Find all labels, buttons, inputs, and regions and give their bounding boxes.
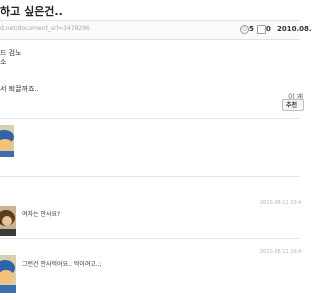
divider <box>0 118 300 119</box>
post-date: 2010.08. <box>277 25 312 33</box>
comment-text: 그런건 안사먹어요.. 먹이려고..; <box>22 261 102 268</box>
post-meta-bar: d.net/document_srl=3478296 ○ 5 0 2010.08… <box>0 20 312 40</box>
document-icon <box>257 25 266 34</box>
divider <box>0 176 300 177</box>
comment-date: 2010.08.11 10:4 <box>260 249 302 255</box>
post-body-line: 소 <box>0 58 7 66</box>
comment-avatar[interactable] <box>0 255 16 293</box>
comment-count: 5 <box>249 25 254 33</box>
comment-text: 여자는 안사요? <box>22 211 61 218</box>
post-url-link[interactable]: d.net/document_srl=3478296 <box>0 25 90 32</box>
comment-avatar[interactable] <box>0 206 16 236</box>
author-avatar[interactable] <box>0 125 14 157</box>
comment-icon: ○ <box>240 25 249 34</box>
recommend-button[interactable]: 추천 <box>282 99 304 111</box>
comment-date: 2010.08.11 10:4 <box>260 200 302 206</box>
divider <box>0 238 300 239</box>
post-title: 하고 싶은건.. <box>0 5 63 18</box>
doc-count: 0 <box>266 25 271 33</box>
post-body-line: 서 퇴끌꺼죠.. <box>0 85 39 93</box>
